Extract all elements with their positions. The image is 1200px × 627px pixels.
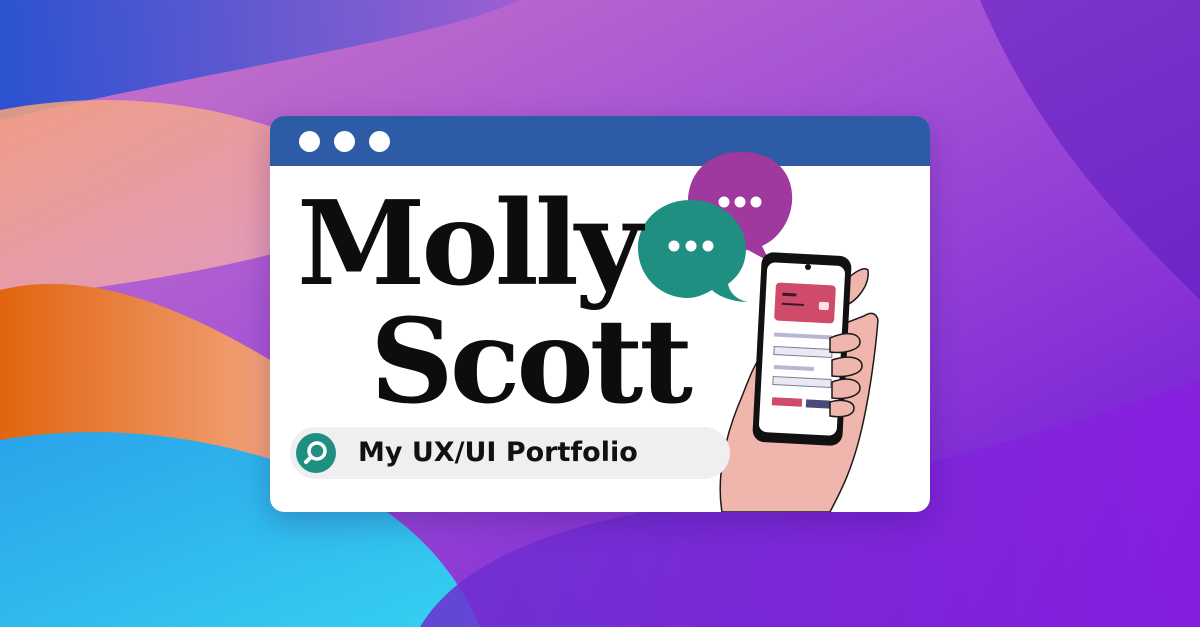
name-last: Scott [370,294,693,430]
search-icon[interactable] [296,433,336,473]
search-bar[interactable]: My UX/UI Portfolio [290,427,730,479]
name-first: Molly [297,176,642,312]
browser-window-card: Molly Scott My UX/UI Portfolio [270,116,930,512]
search-label: My UX/UI Portfolio [358,437,638,468]
